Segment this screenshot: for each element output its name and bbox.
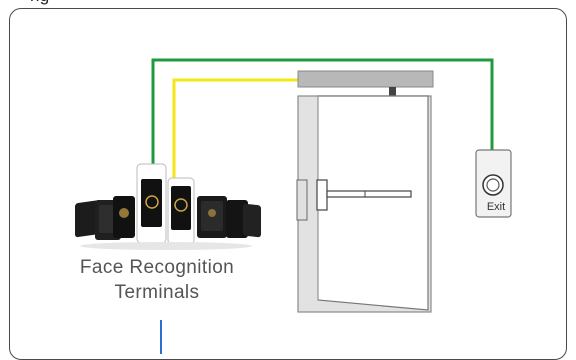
terminal-label-line2: Terminals xyxy=(114,282,200,303)
exit-button-label: Exit xyxy=(486,201,506,213)
terminal-label-line1: Face Recognition xyxy=(79,257,235,278)
yellow-wire xyxy=(172,78,298,178)
face-terminal-icon xyxy=(75,163,261,250)
door-bracket xyxy=(296,179,308,221)
door-header xyxy=(297,70,434,88)
terminal-caption: Face Recognition Terminals xyxy=(42,255,272,305)
door-panel xyxy=(317,95,429,311)
